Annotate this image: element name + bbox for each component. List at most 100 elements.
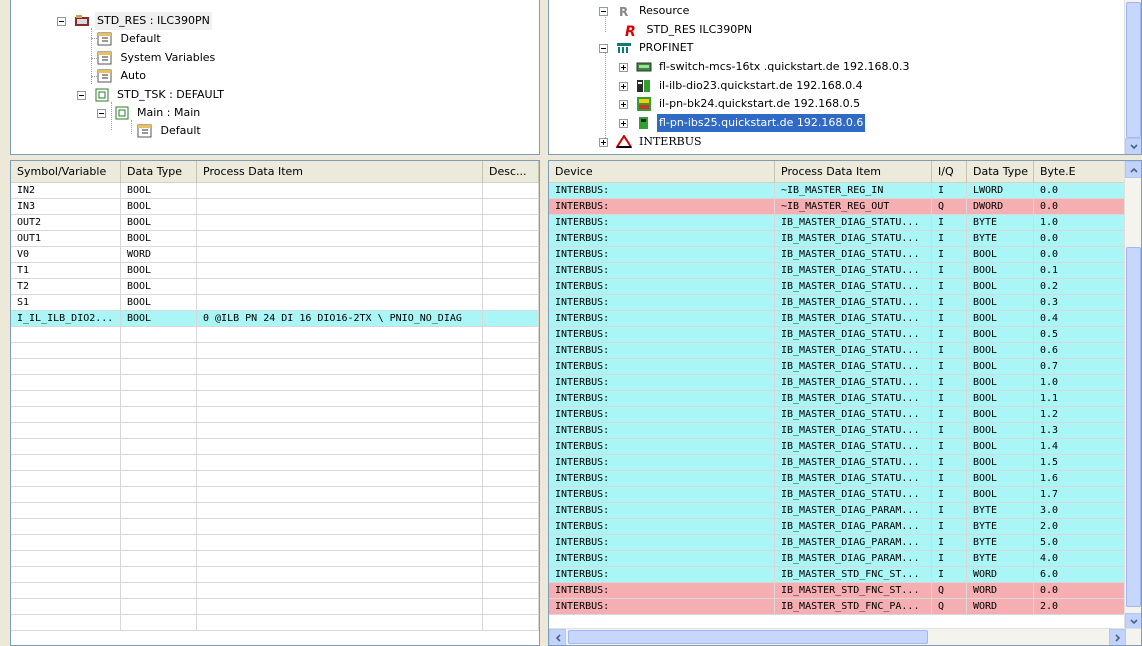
column-header-data-type[interactable]: Data Type bbox=[121, 161, 197, 183]
table-row[interactable]: IN3 BOOL bbox=[11, 199, 539, 215]
tree-node-std-tsk[interactable]: STD_TSK : DEFAULT bbox=[77, 86, 226, 104]
table-cell: IB_MASTER_DIAG_STATU... bbox=[775, 215, 932, 230]
table-row[interactable]: INTERBUS: IB_MASTER_DIAG_STATU... I BOOL 0.6 bbox=[549, 343, 1126, 359]
table-row[interactable]: INTERBUS: IB_MASTER_DIAG_STATU... I BYTE 1.0 bbox=[549, 215, 1126, 231]
table-row[interactable]: INTERBUS: IB_MASTER_DIAG_PARAM... I BYTE 5.0 bbox=[549, 535, 1126, 551]
table-cell: IB_MASTER_DIAG_STATU... bbox=[775, 471, 932, 486]
table-row[interactable]: INTERBUS: IB_MASTER_DIAG_PARAM... I BYTE 2.0 bbox=[549, 519, 1126, 535]
table-row[interactable]: INTERBUS: IB_MASTER_DIAG_STATU... I BOOL 1.3 bbox=[549, 423, 1126, 439]
variables-grid-pane[interactable]: Symbol/Variable Data Type Process Data I… bbox=[10, 160, 540, 646]
table-cell: IB_MASTER_DIAG_STATU... bbox=[775, 247, 932, 262]
table-row bbox=[11, 439, 539, 455]
expand-toggle[interactable] bbox=[599, 137, 608, 147]
scroll-down-button[interactable] bbox=[1125, 138, 1141, 154]
column-header-symbol[interactable]: Symbol/Variable bbox=[11, 161, 121, 183]
scroll-right-button[interactable] bbox=[1109, 629, 1126, 645]
table-row[interactable]: IN2 BOOL bbox=[11, 183, 539, 199]
tree-node-fl-pn-ibs25[interactable]: fl-pn-ibs25.quickstart.de 192.168.0.6 bbox=[619, 113, 867, 133]
table-row[interactable]: INTERBUS: IB_MASTER_STD_FNC_ST... I WORD 6.0 bbox=[549, 567, 1126, 583]
expand-toggle[interactable] bbox=[619, 99, 628, 109]
tree-label: il-pn-bk24.quickstart.de 192.168.0.5 bbox=[659, 97, 861, 110]
tree-node-il-ilb-dio23[interactable]: il-ilb-dio23.quickstart.de 192.168.0.4 bbox=[619, 77, 865, 95]
table-row[interactable]: INTERBUS: IB_MASTER_DIAG_PARAM... I BYTE 3.0 bbox=[549, 503, 1126, 519]
process-data-grid-pane[interactable]: Device Process Data Item I/Q Data Type B… bbox=[548, 160, 1142, 646]
table-row[interactable]: INTERBUS: IB_MASTER_STD_FNC_PA... Q WORD 2.0 bbox=[549, 599, 1126, 615]
scrollbar-thumb[interactable] bbox=[1126, 247, 1141, 607]
table-row[interactable]: INTERBUS: IB_MASTER_STD_FNC_ST... Q WORD 0.0 bbox=[549, 583, 1126, 599]
tree-label: STD_RES ILC390PN bbox=[646, 23, 753, 36]
table-row[interactable]: INTERBUS: ~IB_MASTER_REG_OUT Q DWORD 0.0 bbox=[549, 199, 1126, 215]
scroll-up-button[interactable] bbox=[1125, 161, 1141, 178]
table-row[interactable]: INTERBUS: IB_MASTER_DIAG_STATU... I BOOL 1.0 bbox=[549, 375, 1126, 391]
scrollbar-thumb[interactable] bbox=[1126, 2, 1141, 138]
expand-toggle[interactable] bbox=[619, 118, 628, 128]
table-row[interactable]: INTERBUS: IB_MASTER_DIAG_STATU... I BOOL 0.7 bbox=[549, 359, 1126, 375]
table-cell bbox=[197, 615, 483, 630]
expand-toggle[interactable] bbox=[619, 62, 628, 72]
tree-node-std-res-ilc[interactable]: R STD_RES ILC390PN bbox=[623, 21, 754, 40]
table-row[interactable]: V0 WORD bbox=[11, 247, 539, 263]
table-row[interactable]: INTERBUS: IB_MASTER_DIAG_STATU... I BOOL 0.4 bbox=[549, 311, 1126, 327]
column-header-process-data-item[interactable]: Process Data Item bbox=[197, 161, 483, 183]
tree-label: il-ilb-dio23.quickstart.de 192.168.0.4 bbox=[659, 79, 863, 92]
table-cell bbox=[121, 439, 197, 454]
column-header-process-data-item[interactable]: Process Data Item bbox=[775, 161, 932, 183]
expand-toggle[interactable] bbox=[619, 81, 628, 91]
tree-node-default[interactable]: Default bbox=[97, 30, 163, 48]
bus-configuration-tree-pane[interactable]: R Resource R STD_RES ILC390PN PROFINET f… bbox=[548, 0, 1142, 155]
table-row[interactable]: OUT1 BOOL bbox=[11, 231, 539, 247]
instance-tree-pane[interactable]: STD_RES : ILC390PN Default System Variab… bbox=[10, 0, 540, 155]
table-row[interactable]: OUT2 BOOL bbox=[11, 215, 539, 231]
column-header-device[interactable]: Device bbox=[549, 161, 775, 183]
tree-node-system-variables[interactable]: System Variables bbox=[97, 49, 217, 67]
table-row[interactable]: T1 BOOL bbox=[11, 263, 539, 279]
table-row[interactable]: INTERBUS: IB_MASTER_DIAG_STATU... I BOOL 1.7 bbox=[549, 487, 1126, 503]
collapse-toggle[interactable] bbox=[599, 6, 608, 16]
table-row[interactable]: INTERBUS: IB_MASTER_DIAG_STATU... I BOOL 1.6 bbox=[549, 471, 1126, 487]
table-row[interactable]: S1 BOOL bbox=[11, 295, 539, 311]
table-row bbox=[11, 487, 539, 503]
tree-node-main[interactable]: Main : Main bbox=[97, 104, 202, 122]
table-row[interactable]: INTERBUS: IB_MASTER_DIAG_STATU... I BOOL 0.3 bbox=[549, 295, 1126, 311]
table-row[interactable]: INTERBUS: IB_MASTER_DIAG_STATU... I BOOL 0.0 bbox=[549, 247, 1126, 263]
tree-node-main-default[interactable]: Default bbox=[137, 122, 203, 140]
table-row[interactable]: INTERBUS: IB_MASTER_DIAG_STATU... I BOOL 1.4 bbox=[549, 439, 1126, 455]
table-cell bbox=[483, 391, 539, 406]
column-header-description[interactable]: Desc... bbox=[483, 161, 539, 183]
collapse-toggle[interactable] bbox=[599, 43, 608, 53]
tree-node-resource[interactable]: R Resource bbox=[599, 2, 691, 20]
tree-node-std-res[interactable]: STD_RES : ILC390PN bbox=[57, 12, 212, 30]
vertical-scrollbar[interactable] bbox=[1124, 161, 1141, 630]
table-row[interactable]: INTERBUS: IB_MASTER_DIAG_STATU... I BOOL 0.5 bbox=[549, 327, 1126, 343]
collapse-toggle[interactable] bbox=[77, 90, 86, 100]
table-row[interactable]: INTERBUS: IB_MASTER_DIAG_STATU... I BOOL 0.2 bbox=[549, 279, 1126, 295]
horizontal-scrollbar[interactable] bbox=[549, 628, 1141, 645]
column-header-iq[interactable]: I/Q bbox=[932, 161, 967, 183]
column-header-data-type[interactable]: Data Type bbox=[967, 161, 1034, 183]
column-header-byte-bit[interactable]: Byte.E bbox=[1034, 161, 1126, 183]
table-cell: BOOL bbox=[967, 247, 1034, 262]
tree-node-fl-switch[interactable]: fl-switch-mcs-16tx .quickstart.de 192.16… bbox=[619, 58, 912, 76]
table-row[interactable]: INTERBUS: IB_MASTER_DIAG_STATU... I BOOL 1.5 bbox=[549, 455, 1126, 471]
table-row[interactable]: I_IL_ILB_DIO2... BOOL 0 @ILB PN 24 DI 16 D… bbox=[11, 311, 539, 327]
collapse-toggle[interactable] bbox=[57, 16, 66, 26]
table-row[interactable]: INTERBUS: IB_MASTER_DIAG_PARAM... I BYTE 4.0 bbox=[549, 551, 1126, 567]
table-row[interactable]: INTERBUS: IB_MASTER_DIAG_STATU... I BOOL 1.2 bbox=[549, 407, 1126, 423]
table-row[interactable]: T2 BOOL bbox=[11, 279, 539, 295]
tree-label: Resource bbox=[639, 4, 690, 17]
tree-node-profinet[interactable]: PROFINET bbox=[599, 39, 695, 57]
table-row[interactable]: INTERBUS: IB_MASTER_DIAG_STATU... I BOOL 1.1 bbox=[549, 391, 1126, 407]
tree-node-interbus[interactable]: INTERBUS bbox=[599, 133, 704, 151]
tree-node-auto[interactable]: Auto bbox=[97, 67, 148, 85]
table-row[interactable]: INTERBUS: IB_MASTER_DIAG_STATU... I BOOL 0.1 bbox=[549, 263, 1126, 279]
table-cell bbox=[11, 519, 121, 534]
table-row[interactable]: INTERBUS: IB_MASTER_DIAG_STATU... I BYTE 0.0 bbox=[549, 231, 1126, 247]
collapse-toggle[interactable] bbox=[97, 108, 106, 118]
table-cell: BYTE bbox=[967, 551, 1034, 566]
tree-node-il-pn-bk24[interactable]: il-pn-bk24.quickstart.de 192.168.0.5 bbox=[619, 95, 862, 113]
table-cell: INTERBUS: bbox=[549, 423, 775, 438]
scroll-left-button[interactable] bbox=[549, 629, 566, 645]
vertical-scrollbar[interactable] bbox=[1124, 0, 1141, 154]
table-row[interactable]: INTERBUS: ~IB_MASTER_REG_IN I LWORD 0.0 bbox=[549, 183, 1126, 199]
scrollbar-thumb[interactable] bbox=[568, 630, 928, 644]
